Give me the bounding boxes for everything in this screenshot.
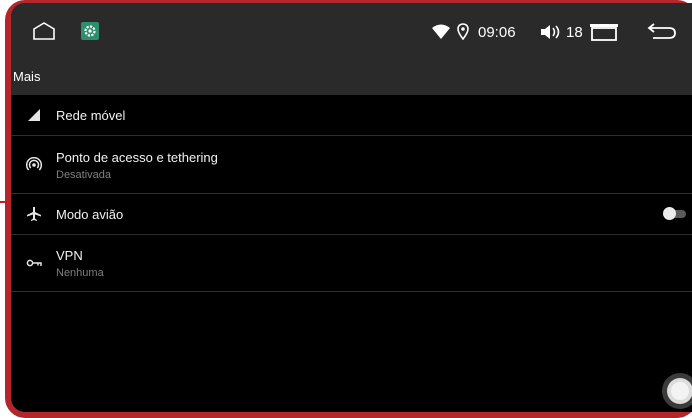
airplane-icon: [27, 207, 41, 221]
assistive-touch-center: [671, 382, 689, 400]
home-icon[interactable]: [31, 21, 57, 41]
status-bar: 09:06 18: [11, 3, 692, 55]
vpn-key-icon: [26, 259, 42, 267]
app-bar: Mais: [11, 55, 692, 95]
setting-subtitle: Desativada: [56, 169, 112, 181]
setting-title: Ponto de acesso e tethering: [56, 150, 218, 165]
frame-marker: [0, 201, 9, 203]
back-icon[interactable]: [647, 21, 677, 41]
recents-icon[interactable]: [589, 23, 621, 41]
setting-title: Rede móvel: [56, 108, 126, 123]
hotspot-icon: [26, 157, 42, 171]
screen: 09:06 18 Mais Rede móvel Ponto de acesso…: [11, 3, 692, 412]
setting-title: Modo avião: [56, 207, 124, 222]
setting-title: VPN: [56, 248, 83, 263]
setting-mobile-network[interactable]: Rede móvel: [11, 95, 692, 136]
signal-icon: [28, 109, 40, 121]
volume-level: 18: [566, 24, 583, 41]
assistive-touch-button[interactable]: [662, 373, 692, 409]
toggle-knob: [663, 207, 676, 220]
airplane-mode-toggle[interactable]: [663, 207, 687, 220]
clock: 09:06: [478, 24, 516, 41]
setting-subtitle: Nenhuma: [56, 267, 104, 279]
setting-hotspot[interactable]: Ponto de acesso e tethering Desativada: [11, 136, 692, 194]
assistive-touch-ring: [667, 378, 692, 404]
setting-vpn[interactable]: VPN Nenhuma: [11, 235, 692, 292]
volume-icon[interactable]: [540, 23, 564, 41]
wifi-icon: [432, 24, 450, 39]
location-icon: [457, 23, 469, 40]
setting-airplane-mode[interactable]: Modo avião: [11, 194, 692, 235]
settings-app-icon[interactable]: [81, 22, 99, 40]
page-title: Mais: [13, 69, 41, 84]
